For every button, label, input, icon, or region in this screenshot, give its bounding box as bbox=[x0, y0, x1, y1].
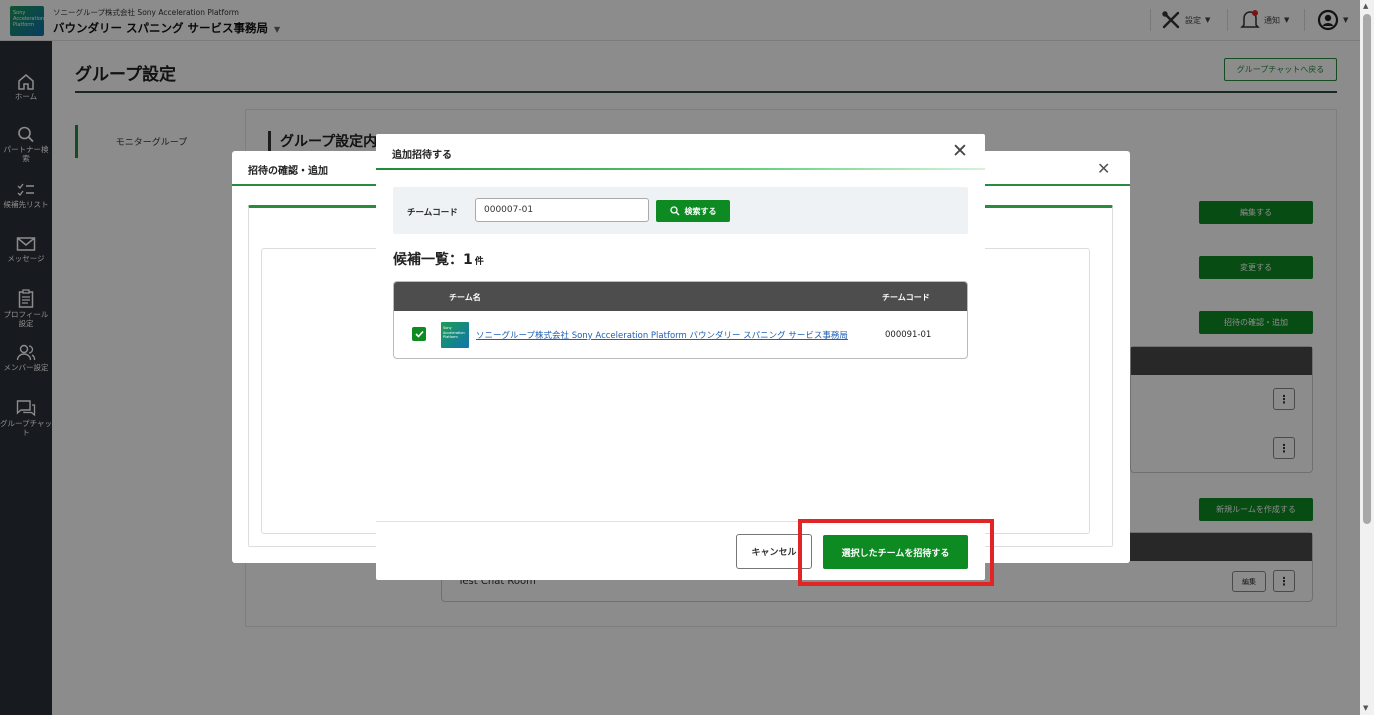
column-header-team-name: チーム名 bbox=[449, 293, 481, 302]
search-icon bbox=[669, 206, 679, 216]
checkmark-icon bbox=[414, 330, 424, 338]
search-button[interactable]: 検索する bbox=[656, 200, 730, 222]
scroll-down-icon[interactable]: ▼ bbox=[1363, 704, 1368, 712]
modal-header: 追加招待する ✕ bbox=[376, 134, 985, 170]
team-logo: Sony Acceleration Platform bbox=[441, 322, 469, 348]
column-header-team-code: チームコード bbox=[882, 293, 930, 302]
modal-title: 招待の確認・追加 bbox=[248, 166, 328, 177]
team-code-label: チームコード bbox=[407, 208, 458, 218]
scrollbar-thumb[interactable] bbox=[1363, 14, 1371, 524]
candidate-table: チーム名 チームコード Sony Acceleration Platform ソ… bbox=[393, 281, 968, 359]
close-icon[interactable]: ✕ bbox=[1097, 159, 1110, 178]
team-select-checkbox[interactable] bbox=[412, 327, 426, 341]
scroll-up-icon[interactable]: ▲ bbox=[1363, 2, 1368, 10]
page-scrollbar[interactable]: ▲ ▼ bbox=[1360, 0, 1374, 715]
candidate-count: 候補一覧： 1 件 bbox=[393, 249, 484, 269]
close-icon[interactable]: ✕ bbox=[952, 140, 968, 162]
search-panel: チームコード 検索する bbox=[393, 187, 968, 234]
table-header: チーム名 チームコード bbox=[394, 282, 967, 311]
modal-title: 追加招待する bbox=[392, 150, 452, 161]
count-unit: 件 bbox=[474, 257, 484, 267]
count-label: 候補一覧： bbox=[393, 252, 463, 268]
team-logo-text: Sony Acceleration Platform bbox=[443, 326, 465, 339]
team-code-input[interactable] bbox=[475, 198, 649, 222]
search-button-label: 検索する bbox=[684, 206, 717, 216]
header-divider bbox=[376, 168, 985, 170]
team-name-link[interactable]: ソニーグループ株式会社 Sony Acceleration Platform バ… bbox=[476, 329, 848, 341]
count-value: 1 bbox=[463, 252, 473, 268]
team-code: 000091-01 bbox=[885, 330, 932, 340]
highlight-box bbox=[798, 519, 994, 586]
additional-invite-modal: 追加招待する ✕ チームコード 検索する 候補一覧： 1 件 チーム名 チームコ… bbox=[376, 134, 985, 580]
